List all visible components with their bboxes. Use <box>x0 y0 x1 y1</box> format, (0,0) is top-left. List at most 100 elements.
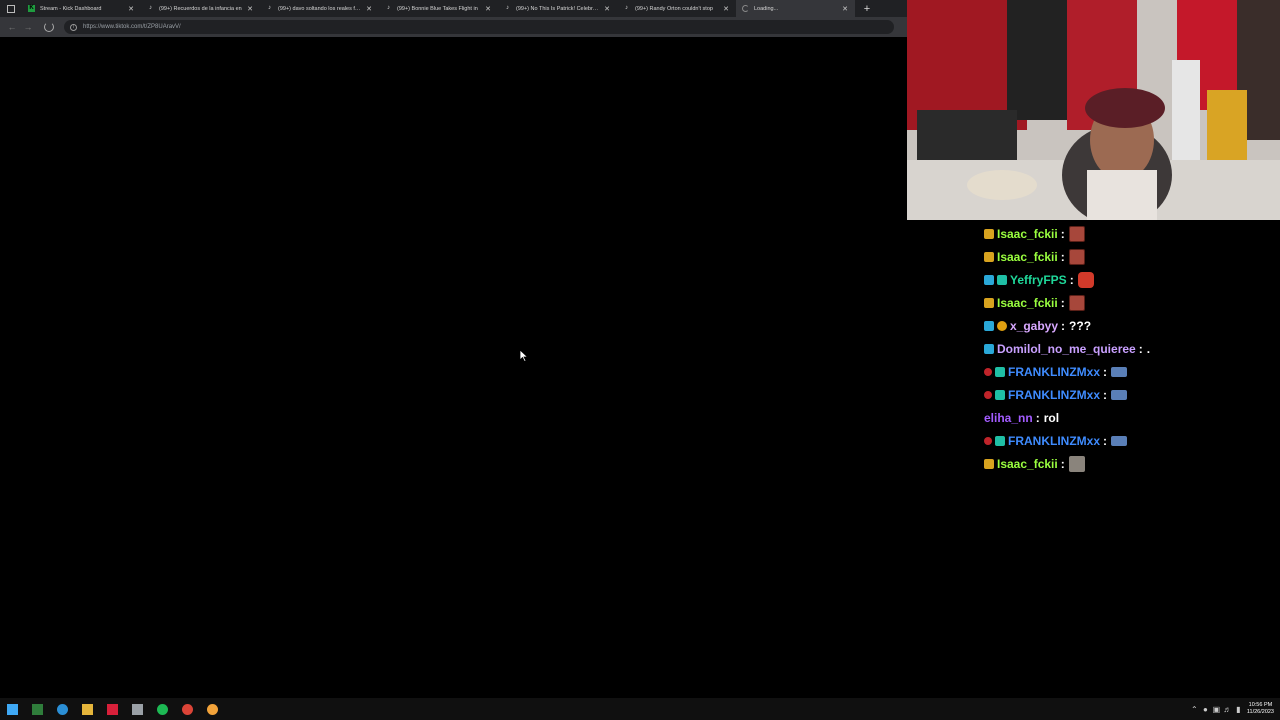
emote-icon <box>1077 271 1094 288</box>
chat-username: Isaac_fckii <box>997 456 1058 471</box>
clock-date: 11/26/2023 <box>1246 709 1274 715</box>
chat-message: Isaac_fckii: <box>984 291 1280 314</box>
chat-username: Isaac_fckii <box>997 226 1058 241</box>
chat-username: eliha_nn <box>984 410 1033 425</box>
blue-badge-icon <box>984 274 994 285</box>
windows-taskbar: ⌃ ● ▣ ♬ ▮ 10:56 PM 11/26/2023 <box>0 698 1280 720</box>
close-tab-icon[interactable]: ✕ <box>365 5 373 13</box>
red-badge-icon <box>984 436 992 445</box>
chat-message: Isaac_fckii: <box>984 452 1280 475</box>
site-info-icon[interactable]: i <box>70 23 77 31</box>
browser-tab[interactable]: ♪ (99+) Recuerdos de la infancia en ✕ <box>141 0 260 17</box>
terminal-icon[interactable] <box>25 698 50 720</box>
tiktok-icon: ♪ <box>268 5 271 11</box>
chat-separator: : <box>1060 295 1065 310</box>
screen: K Stream - Kick Dashboard ✕ ♪ (99+) Recuerdo… <box>0 0 1280 720</box>
tab-title: (99+) No This Is Patrick! Celebratin <box>516 5 599 12</box>
microphone-icon[interactable]: ● <box>1200 698 1211 720</box>
chat-username: YeffryFPS <box>1010 272 1067 287</box>
forward-arrow-icon[interactable]: → <box>22 21 34 33</box>
chat-message: FRANKLINZMxx: <box>984 429 1280 452</box>
browser-tab-strip: K Stream - Kick Dashboard ✕ ♪ (99+) Recuerdo… <box>0 0 907 17</box>
tiktok-icon: ♪ <box>506 5 509 11</box>
chat-separator: : <box>1060 456 1065 471</box>
network-icon[interactable]: ▣ <box>1211 698 1222 720</box>
tab-title: (99+) Bonnie Blue Takes Flight in <box>397 5 478 12</box>
browser-tab[interactable]: K Stream - Kick Dashboard ✕ <box>22 0 141 17</box>
close-tab-icon[interactable]: ✕ <box>841 5 849 13</box>
volume-icon[interactable]: ♬ <box>1222 698 1233 720</box>
browser-tab[interactable]: ♪ (99+) Randy Orton couldn't stop ✕ <box>617 0 736 17</box>
window-menu-icon[interactable] <box>0 0 22 17</box>
chat-message: Isaac_fckii: <box>984 245 1280 268</box>
loading-icon <box>742 5 749 12</box>
chat-separator: : <box>1103 433 1107 448</box>
battery-icon[interactable]: ▮ <box>1233 698 1244 720</box>
chat-separator: : <box>1035 410 1040 425</box>
chrome-icon[interactable] <box>175 698 200 720</box>
chat-separator: : <box>1138 341 1143 356</box>
chat-text: ??? <box>1069 318 1092 333</box>
red-badge-icon <box>984 367 992 376</box>
address-bar[interactable]: i https://www.tiktok.com/t/ZP8UAravV/ <box>64 20 894 34</box>
windows-start-icon[interactable] <box>0 698 25 720</box>
emote-icon <box>1068 248 1085 265</box>
close-tab-icon[interactable]: ✕ <box>484 5 492 13</box>
chat-username: Domilol_no_me_quieree <box>997 341 1136 356</box>
edge-icon[interactable] <box>50 698 75 720</box>
chevron-up-icon[interactable]: ⌃ <box>1189 698 1200 720</box>
close-tab-icon[interactable]: ✕ <box>722 5 730 13</box>
emote-icon <box>1068 294 1085 311</box>
chat-message: FRANKLINZMxx: <box>984 360 1280 383</box>
pen-tool-icon[interactable] <box>125 698 150 720</box>
browser-tab[interactable]: ♪ (99+) davo soltando los reales fact ✕ <box>260 0 379 17</box>
tab-title: Stream - Kick Dashboard <box>40 5 102 12</box>
tab-title: (99+) davo soltando los reales fact <box>278 5 361 12</box>
close-tab-icon[interactable]: ✕ <box>246 5 254 13</box>
teal-badge-icon <box>995 389 1005 400</box>
chat-username: x_gabyy <box>1010 318 1059 333</box>
chat-username: FRANKLINZMxx <box>1008 364 1100 379</box>
new-tab-button[interactable]: + <box>859 0 875 17</box>
browser-tab[interactable]: ♪ (99+) Bonnie Blue Takes Flight in ✕ <box>379 0 498 17</box>
close-tab-icon[interactable]: ✕ <box>127 5 135 13</box>
clock-time: 10:56 PM <box>1248 702 1273 708</box>
back-arrow-icon[interactable]: ← <box>6 21 18 33</box>
chat-separator: : <box>1103 364 1107 379</box>
close-tab-icon[interactable]: ✕ <box>603 5 611 13</box>
red-app-icon[interactable] <box>100 698 125 720</box>
file-explorer-icon[interactable] <box>75 698 100 720</box>
tab-title: Loading... <box>754 5 779 12</box>
blue-badge-icon <box>984 320 994 331</box>
spotify-icon[interactable] <box>150 698 175 720</box>
tiktok-icon: ♪ <box>387 5 390 11</box>
tiktok-icon: ♪ <box>625 5 628 11</box>
tab-title: (99+) Randy Orton couldn't stop <box>635 5 713 12</box>
yellow-badge-icon <box>984 458 994 469</box>
browser-tab[interactable]: Loading... ✕ <box>736 0 855 17</box>
tiktok-icon: ♪ <box>149 5 152 11</box>
chat-message: Domilol_no_me_quieree:. <box>984 337 1280 360</box>
chat-separator: : <box>1060 226 1065 241</box>
chat-username: FRANKLINZMxx <box>1008 387 1100 402</box>
red-badge-icon <box>984 390 992 399</box>
emote-icon <box>1068 455 1085 472</box>
emote-icon <box>1068 225 1085 242</box>
browser-tab[interactable]: ♪ (99+) No This Is Patrick! Celebratin ✕ <box>498 0 617 17</box>
chat-overlay: Isaac_fckii: Isaac_fckii: YeffryFPS: Isaac_… <box>984 222 1280 475</box>
chat-separator: : <box>1060 249 1065 264</box>
system-tray: ⌃ ● ▣ ♬ ▮ 10:56 PM 11/26/2023 <box>1189 698 1280 720</box>
loading-stop-icon[interactable] <box>44 22 54 32</box>
chat-message: FRANKLINZMxx: <box>984 383 1280 406</box>
chat-separator: : <box>1061 318 1066 333</box>
chat-message: x_gabyy:??? <box>984 314 1280 337</box>
teal-badge-icon <box>995 435 1005 446</box>
system-clock[interactable]: 10:56 PM 11/26/2023 <box>1244 702 1280 716</box>
webcam-overlay <box>907 0 1280 220</box>
orange-badge-icon <box>997 320 1007 331</box>
emote-icon <box>1111 435 1127 446</box>
emote-icon <box>1111 366 1127 377</box>
yellow-badge-icon <box>984 228 994 239</box>
page-content-area[interactable] <box>0 37 907 698</box>
chrome-canary-icon[interactable] <box>200 698 225 720</box>
